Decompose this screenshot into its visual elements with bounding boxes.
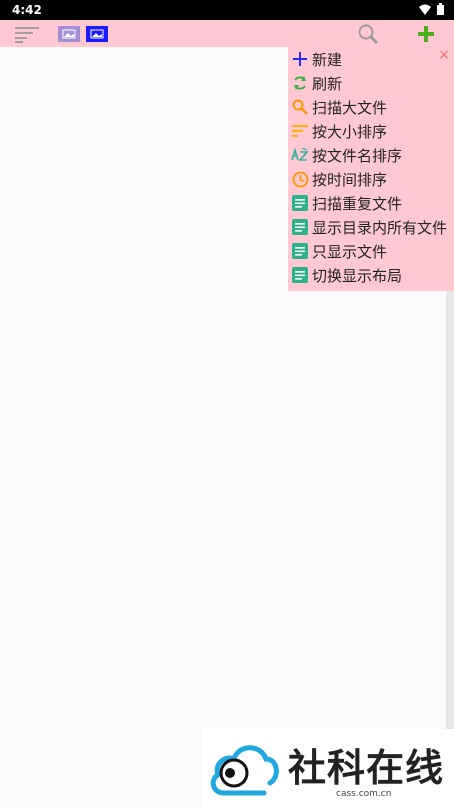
list-view-thumbnail-icon[interactable] bbox=[84, 20, 110, 47]
status-icons bbox=[419, 3, 444, 15]
menu-item-sort-by-time[interactable]: 按时间排序 bbox=[288, 167, 454, 191]
menu-item-show-all-files-in-directory[interactable]: 显示目录内所有文件 bbox=[288, 215, 454, 239]
toolbar bbox=[0, 20, 454, 47]
document-icon bbox=[290, 217, 310, 237]
clock-icon bbox=[290, 169, 310, 189]
watermark-text: 社科在线 bbox=[288, 746, 445, 790]
battery-icon bbox=[437, 3, 444, 15]
sort-lines-icon bbox=[290, 121, 310, 141]
add-icon[interactable] bbox=[414, 20, 438, 47]
options-menu: × 新建 刷新 扫描大文件 按大小排序 按文件名排序 按时间排序 扫描重复文件 … bbox=[288, 47, 454, 291]
menu-item-label: 只显示文件 bbox=[312, 242, 388, 261]
watermark-url: cass.com.cn bbox=[336, 789, 392, 799]
menu-item-scan-duplicate-files[interactable]: 扫描重复文件 bbox=[288, 191, 454, 215]
menu-item-label: 刷新 bbox=[312, 74, 343, 93]
menu-item-scan-large-files[interactable]: 扫描大文件 bbox=[288, 95, 454, 119]
menu-item-sort-by-size[interactable]: 按大小排序 bbox=[288, 119, 454, 143]
menu-item-label: 显示目录内所有文件 bbox=[312, 218, 448, 237]
menu-item-show-files-only[interactable]: 只显示文件 bbox=[288, 239, 454, 263]
menu-item-label: 按大小排序 bbox=[312, 122, 388, 141]
menu-item-label: 按时间排序 bbox=[312, 170, 388, 189]
wifi-icon bbox=[419, 4, 431, 15]
document-icon bbox=[290, 265, 310, 285]
menu-item-refresh[interactable]: 刷新 bbox=[288, 71, 454, 95]
status-bar: 4:42 bbox=[0, 0, 454, 20]
menu-item-label: 新建 bbox=[312, 50, 343, 69]
menu-item-label: 扫描大文件 bbox=[312, 98, 388, 117]
menu-item-sort-by-name[interactable]: 按文件名排序 bbox=[288, 143, 454, 167]
menu-item-new[interactable]: 新建 bbox=[288, 47, 454, 71]
menu-item-switch-layout[interactable]: 切换显示布局 bbox=[288, 263, 454, 287]
watermark: 社科在线 cass.com.cn bbox=[202, 729, 454, 808]
document-icon bbox=[290, 241, 310, 261]
menu-item-label: 扫描重复文件 bbox=[312, 194, 403, 213]
grid-view-thumbnail-icon[interactable] bbox=[57, 20, 81, 47]
status-time: 4:42 bbox=[12, 3, 42, 17]
sort-menu-icon[interactable] bbox=[14, 20, 42, 47]
cloud-eye-logo bbox=[210, 745, 279, 796]
az-sort-icon bbox=[290, 145, 310, 165]
menu-item-label: 按文件名排序 bbox=[312, 146, 403, 165]
search-icon bbox=[290, 97, 310, 117]
refresh-icon bbox=[290, 73, 310, 93]
plus-icon bbox=[290, 49, 310, 69]
document-icon bbox=[290, 193, 310, 213]
menu-item-label: 切换显示布局 bbox=[312, 266, 403, 285]
search-icon[interactable] bbox=[356, 20, 380, 47]
